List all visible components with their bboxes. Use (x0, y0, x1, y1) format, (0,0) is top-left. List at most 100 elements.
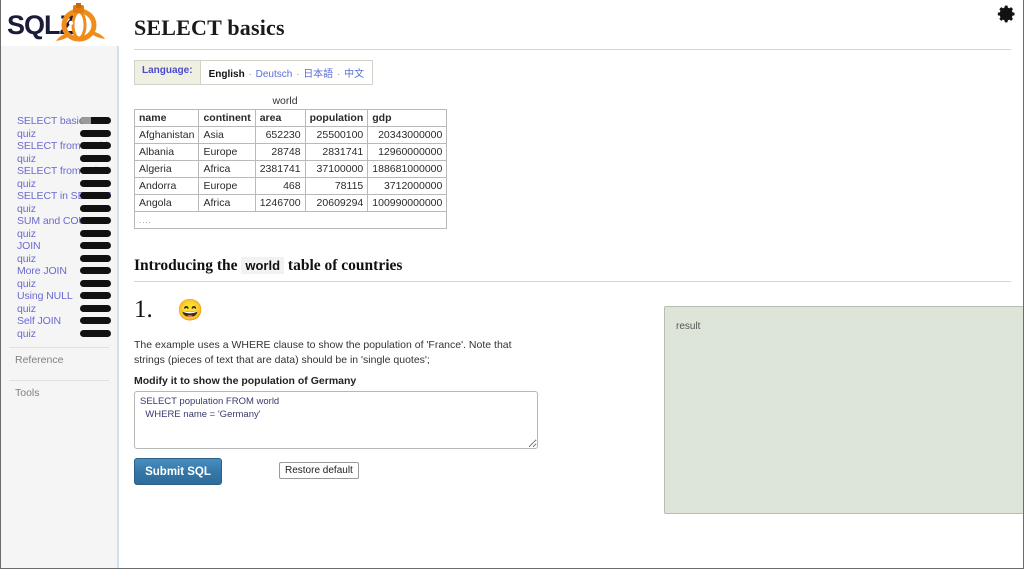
cell-gdp: 188681000000 (367, 160, 448, 178)
submit-sql-button[interactable]: Submit SQL (134, 458, 222, 486)
sidebar-item-more-join[interactable]: More JOIN (1, 264, 117, 277)
cell-gdp: 3712000000 (367, 177, 448, 195)
sqlzoo-logo-icon: SQLZ (7, 3, 105, 42)
cell-population: 37100000 (304, 160, 369, 178)
sidebar-link-label[interactable]: quiz (17, 178, 36, 190)
sidebar-item-select-from-nobel[interactable]: SELECT from nobel (1, 164, 117, 177)
progress-bar (80, 167, 111, 174)
sidebar-item-quiz-5[interactable]: quiz (1, 227, 117, 240)
language-separator: · (248, 69, 252, 80)
sidebar-item-self-join[interactable]: Self JOIN (1, 314, 117, 327)
section-title-code: world (241, 257, 285, 274)
question-number: 1. (134, 296, 153, 323)
progress-bar (80, 217, 111, 224)
sidebar-item-quiz-1[interactable]: quiz (1, 127, 117, 140)
main-content: SELECT basics Language: English · Deutsc… (121, 0, 1023, 568)
cell-name: Afghanistan (133, 126, 200, 144)
cell-gdp: 100990000000 (367, 194, 448, 212)
cell-gdp: 20343000000 (367, 126, 448, 144)
sidebar-link-label[interactable]: quiz (17, 203, 36, 215)
sidebar-link-label[interactable]: quiz (17, 228, 36, 240)
sidebar-item-sum-and-count[interactable]: SUM and COUNT (1, 214, 117, 227)
cell-area: 652230 (254, 126, 306, 144)
progress-bar (80, 304, 111, 312)
cell-name: Andorra (133, 177, 200, 195)
sidebar-link-label[interactable]: SELECT basics (17, 115, 89, 127)
progress-bar (80, 142, 111, 149)
cell-population: 2831741 (304, 143, 369, 161)
sidebar-link-label[interactable]: Self JOIN (17, 315, 61, 327)
section-title-prefix: Introducing the (134, 257, 238, 274)
sidebar-item-tools[interactable]: Tools (1, 381, 117, 405)
language-option-chinese[interactable]: 中文 (344, 69, 364, 80)
table-row: Afghanistan Asia 652230 25500100 2034300… (133, 126, 448, 144)
table-row: Algeria Africa 2381741 37100000 18868100… (133, 160, 448, 178)
sidebar-item-select-in-select[interactable]: SELECT in SELECT (1, 189, 117, 202)
sidebar-item-using-null[interactable]: Using NULL (1, 289, 117, 302)
cell-name: Angola (133, 194, 200, 212)
sidebar-item-quiz-4[interactable]: quiz (1, 202, 117, 215)
section-title-suffix: table of countries (287, 257, 403, 274)
sidebar-link-label[interactable]: quiz (17, 303, 36, 315)
progress-bar (80, 329, 111, 337)
world-table-wrapper: world name continent area population gdp… (133, 95, 448, 229)
sidebar-link-label[interactable]: JOIN (17, 240, 41, 252)
sidebar-item-join[interactable]: JOIN (1, 239, 117, 252)
question-body: The example uses a WHERE clause to show … (134, 339, 512, 367)
language-option-deutsch[interactable]: Deutsch (256, 69, 293, 80)
cell-ellipsis: .... (133, 211, 448, 229)
cell-continent: Africa (198, 194, 256, 212)
section-divider (134, 281, 1011, 282)
section-title: Introducing the world table of countries (134, 257, 1011, 275)
sidebar-item-quiz-2[interactable]: quiz (1, 152, 117, 165)
sidebar-link-label[interactable]: Using NULL (17, 290, 73, 302)
language-option-english[interactable]: English (209, 69, 245, 80)
world-table: name continent area population gdp Afgha… (133, 109, 448, 229)
cell-continent: Europe (198, 177, 256, 195)
sqlzoo-logo[interactable]: SQLZ (1, 0, 119, 46)
sidebar-link-label[interactable]: quiz (17, 253, 36, 265)
sidebar-item-reference[interactable]: Reference (1, 348, 117, 372)
progress-bar (80, 229, 111, 237)
language-option-japanese[interactable]: 日本語 (303, 69, 333, 80)
table-row: Albania Europe 28748 2831741 12960000000 (133, 143, 448, 161)
progress-bar (80, 192, 111, 199)
sidebar-link-label[interactable]: More JOIN (17, 265, 67, 277)
sidebar-item-quiz-3[interactable]: quiz (1, 177, 117, 190)
language-label: Language: (135, 61, 201, 84)
progress-bar (80, 242, 111, 249)
cell-continent: Europe (198, 143, 256, 161)
language-separator: · (336, 69, 341, 80)
sidebar-link-label[interactable]: quiz (17, 128, 36, 140)
table-row-ellipsis: .... (133, 211, 448, 229)
column-header-gdp: gdp (367, 109, 448, 127)
progress-bar (80, 154, 111, 162)
sidebar-link-label[interactable]: quiz (17, 153, 36, 165)
sidebar-item-quiz-8[interactable]: quiz (1, 302, 117, 315)
world-table-caption: world (272, 95, 298, 107)
cell-area: 1246700 (254, 194, 306, 212)
progress-bar (80, 204, 111, 212)
sidebar-link-label[interactable]: quiz (17, 328, 36, 340)
page-title: SELECT basics (134, 15, 285, 40)
progress-bar (80, 292, 111, 299)
sidebar-link-label[interactable]: quiz (17, 278, 36, 290)
sql-input[interactable] (134, 391, 538, 450)
sidebar-item-select-from-world[interactable]: SELECT from world (1, 139, 117, 152)
language-bar: Language: English · Deutsch · 日本語 · 中文 (134, 60, 374, 85)
browser-page: SQLZ SELECT basics quiz SELECT from worl… (0, 0, 1024, 569)
table-row: Andorra Europe 468 78115 3712000000 (133, 177, 448, 195)
progress-bar (80, 129, 111, 137)
sidebar-item-quiz-6[interactable]: quiz (1, 252, 117, 265)
sidebar-item-quiz-7[interactable]: quiz (1, 277, 117, 290)
progress-bar (80, 179, 111, 187)
cell-continent: Africa (198, 160, 256, 178)
sidebar-item-quiz-9[interactable]: quiz (1, 327, 117, 340)
progress-bar (80, 267, 111, 274)
sidebar-nav: SELECT basics quiz SELECT from world qui… (1, 114, 117, 405)
cell-name: Algeria (133, 160, 200, 178)
result-panel[interactable]: result (664, 306, 1023, 514)
cell-population: 25500100 (304, 126, 369, 144)
restore-default-button[interactable]: Restore default (279, 462, 359, 480)
sidebar-item-select-basics[interactable]: SELECT basics (1, 114, 117, 127)
